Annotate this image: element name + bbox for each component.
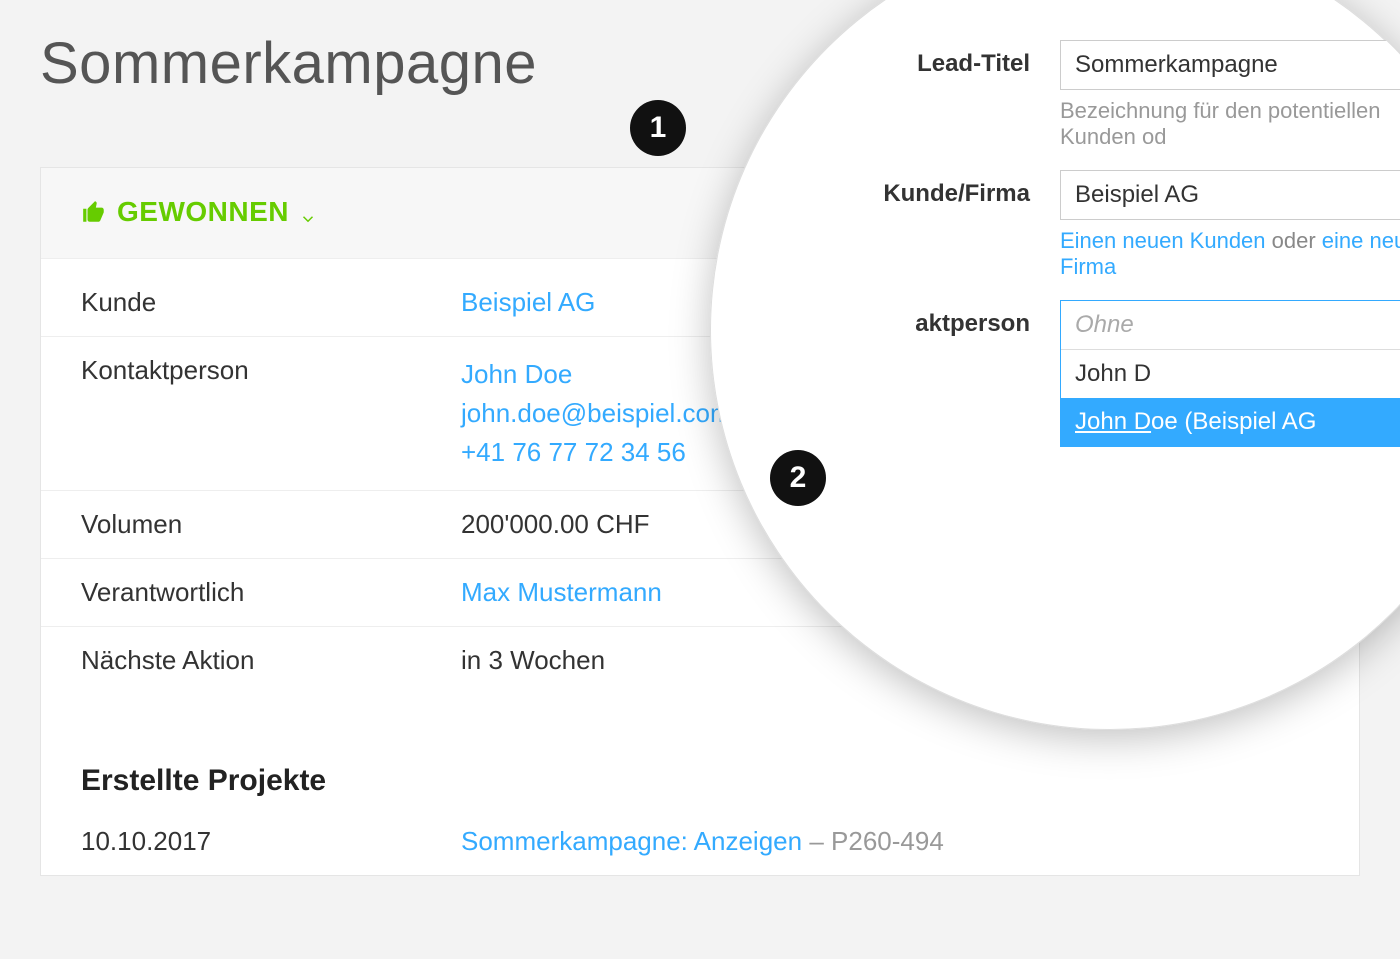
status-dropdown[interactable]: GEWONNEN [81,196,317,228]
status-label: GEWONNEN [117,196,289,228]
volumen-label: Volumen [81,509,461,540]
project-link[interactable]: Sommerkampagne: Anzeigen [461,826,802,856]
callout-badge-2: 2 [770,450,826,506]
kunde-link[interactable]: Beispiel AG [461,287,595,317]
kontakt-combobox[interactable]: Ohne John D John Doe (Beispiel AG [1060,300,1400,447]
naechste-value: in 3 Wochen [461,645,605,676]
chevron-down-icon [299,203,317,221]
kunde-firma-label: Kunde/Firma [860,170,1060,208]
naechste-label: Nächste Aktion [81,645,461,676]
kontakt-name-link[interactable]: John Doe [461,359,572,389]
kunde-firma-links: Einen neuen Kunden oder eine neue Firma [1060,228,1400,280]
thumbs-up-icon [81,199,107,225]
form-row-kontaktperson: aktperson Ohne John D John Doe (Beispiel… [860,300,1400,447]
volumen-value: 200'000.00 CHF [461,509,650,540]
kontakt-option-match: John D [1075,408,1151,435]
kontakt-placeholder: Ohne [1061,301,1400,350]
kontakt-option[interactable]: John Doe (Beispiel AG [1061,398,1400,446]
form-row-kunde-firma: Kunde/Firma Einen neuen Kunden oder eine… [860,170,1400,280]
kontakt-typed-text[interactable]: John D [1061,350,1400,398]
kontakt-option-rest: oe (Beispiel AG [1151,408,1316,435]
lead-titel-hint: Bezeichnung für den potentiellen Kunden … [1060,98,1400,150]
kunde-label: Kunde [81,287,461,318]
project-date: 10.10.2017 [81,826,461,857]
verantwortlich-label: Verantwortlich [81,577,461,608]
project-row: 10.10.2017 Sommerkampagne: Anzeigen – P2… [41,808,1359,875]
kontakt-phone-link[interactable]: +41 76 77 72 34 56 [461,437,686,467]
mag-kontakt-label: aktperson [860,300,1060,338]
kunde-firma-input[interactable] [1060,170,1400,220]
kontakt-label: Kontaktperson [81,355,461,472]
project-separator: – [802,826,831,856]
new-customer-link[interactable]: Einen neuen Kunden [1060,228,1266,253]
callout-badge-1: 1 [630,100,686,156]
kontakt-email-link[interactable]: john.doe@beispiel.com [461,398,732,428]
project-code: P260-494 [831,826,944,856]
lead-titel-input[interactable] [1060,40,1400,90]
form-row-lead-titel: Lead-Titel Bezeichnung für den potentiel… [860,40,1400,150]
link-separator: oder [1266,228,1322,253]
verantwortlich-link[interactable]: Max Mustermann [461,577,662,607]
projects-section-title: Erstellte Projekte [41,734,1359,808]
lead-titel-label: Lead-Titel [860,40,1060,78]
